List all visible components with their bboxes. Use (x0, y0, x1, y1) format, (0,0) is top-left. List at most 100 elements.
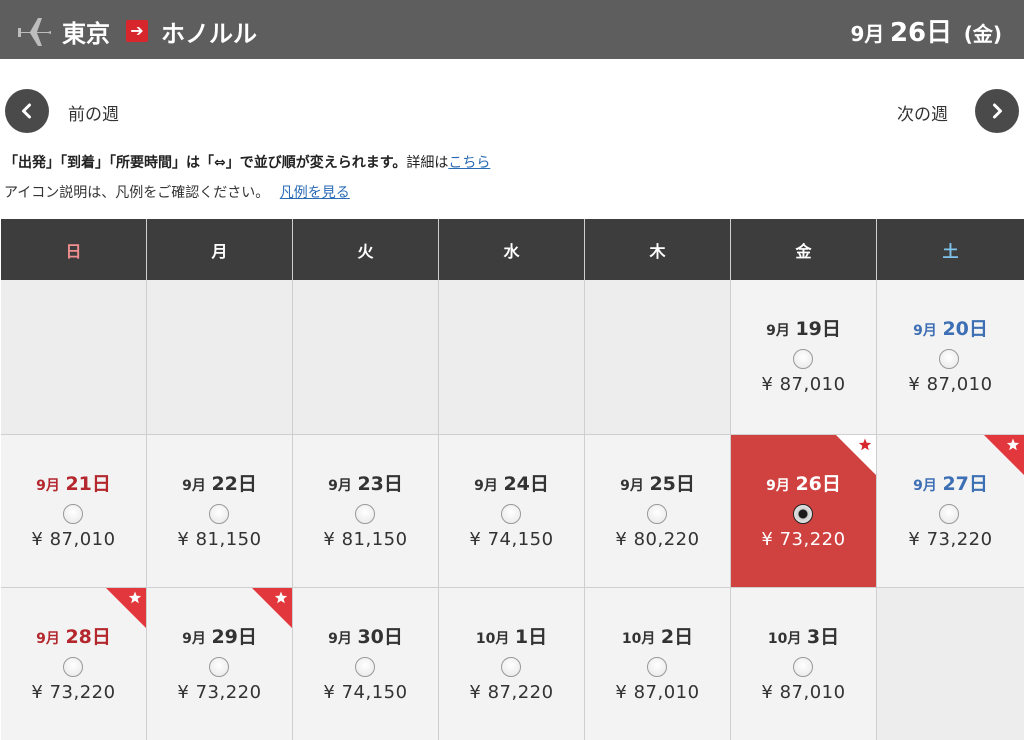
weekday-header-thursday: 木 (585, 219, 731, 280)
star-ribbon-icon (836, 435, 876, 475)
date-radio-button[interactable] (939, 349, 959, 369)
calendar-day-cell[interactable]: 9月 27日 ¥ 73,220 (877, 435, 1024, 587)
day-number: 1日 (514, 626, 548, 648)
date-radio-button[interactable] (501, 504, 521, 524)
fare-calendar: 日月火水木金土 9月 19日 ¥ 87,010 9月 20日 ¥ 87,010 9月 2… (1, 219, 1024, 740)
calendar-day-cell[interactable]: 9月 25日 ¥ 80,220 (585, 435, 731, 587)
day-month: 9月 (182, 631, 206, 647)
sort-note-text: 「出発」「到着」「所要時間」は「⇔」で並び順が変えられます。 (4, 155, 407, 171)
day-price: ¥ 74,150 (469, 529, 554, 550)
date-radio-button[interactable] (939, 504, 959, 524)
day-number: 21日 (65, 473, 111, 495)
chevron-left-icon (22, 103, 31, 119)
day-price: ¥ 73,220 (177, 682, 262, 703)
date-radio-button[interactable] (501, 657, 521, 677)
next-week-label[interactable]: 次の週 (897, 100, 948, 125)
star-ribbon-icon (252, 588, 292, 628)
calendar-empty-cell (585, 280, 731, 434)
date-radio-button[interactable] (793, 349, 813, 369)
date-radio-button[interactable] (209, 504, 229, 524)
calendar-week-row: 9月 21日 ¥ 87,010 9月 22日 ¥ 81,150 9月 23日 ¥ 81,1… (1, 434, 1024, 587)
day-number: 2日 (660, 626, 694, 648)
day-month: 10月 (475, 631, 510, 647)
day-month: 9月 (913, 478, 937, 494)
day-month: 9月 (182, 478, 206, 494)
previous-week-button[interactable] (5, 89, 49, 133)
day-date: 9月 24日 (439, 469, 584, 496)
day-price: ¥ 80,220 (615, 529, 700, 550)
legend-link[interactable]: 凡例を見る (280, 185, 350, 201)
calendar-day-cell[interactable]: 9月 29日 ¥ 73,220 (147, 588, 293, 740)
day-month: 10月 (621, 631, 656, 647)
calendar-day-cell[interactable]: 10月 1日 ¥ 87,220 (439, 588, 585, 740)
day-date: 10月 3日 (731, 622, 876, 649)
weekday-header-saturday: 土 (942, 241, 959, 261)
day-number: 28日 (65, 626, 111, 648)
calendar-day-cell[interactable]: 9月 22日 ¥ 81,150 (147, 435, 293, 587)
calendar-day-cell[interactable]: 10月 2日 ¥ 87,010 (585, 588, 731, 740)
route-header: 東京 ➔ ホノルル 9月 26日 (金) (0, 0, 1024, 59)
date-radio-button[interactable] (647, 504, 667, 524)
date-radio-button[interactable] (793, 657, 813, 677)
calendar-day-cell[interactable]: 9月 21日 ¥ 87,010 (1, 435, 147, 587)
icon-note: アイコン説明は、凡例をご確認ください。 凡例を見る (4, 182, 350, 202)
calendar-week-row: 9月 19日 ¥ 87,010 9月 20日 ¥ 87,010 (1, 280, 1024, 434)
date-radio-button[interactable] (355, 504, 375, 524)
day-price: ¥ 87,010 (761, 374, 846, 395)
star-ribbon-icon (984, 435, 1024, 475)
calendar-empty-cell (877, 588, 1024, 740)
calendar-empty-cell (147, 280, 293, 434)
day-number: 24日 (503, 473, 549, 495)
day-date: 9月 23日 (293, 469, 438, 496)
weekday-header-row: 日月火水木金 土 (1, 219, 1024, 280)
next-week-button[interactable] (975, 89, 1019, 133)
details-link[interactable]: こちら (448, 155, 490, 171)
route-arrow-icon: ➔ (126, 20, 148, 42)
day-number: 3日 (806, 626, 840, 648)
day-number: 22日 (211, 473, 257, 495)
weekday-header-wednesday: 水 (439, 219, 585, 280)
date-radio-button[interactable] (647, 657, 667, 677)
header-date-month: 9月 (850, 22, 885, 46)
calendar-day-cell-selected[interactable]: 9月 26日 ¥ 73,220 (731, 435, 877, 587)
calendar-day-cell[interactable]: 9月 28日 ¥ 73,220 (1, 588, 147, 740)
plane-icon (18, 18, 51, 46)
calendar-day-cell[interactable]: 9月 24日 ¥ 74,150 (439, 435, 585, 587)
day-number: 20日 (942, 318, 988, 340)
previous-week-label[interactable]: 前の週 (68, 100, 119, 125)
day-month: 10月 (767, 631, 802, 647)
day-price: ¥ 87,010 (615, 682, 700, 703)
day-month: 9月 (766, 323, 790, 339)
calendar-day-cell[interactable]: 9月 30日 ¥ 74,150 (293, 588, 439, 740)
header-date-day: 26日 (889, 18, 953, 48)
calendar-day-cell[interactable]: 10月 3日 ¥ 87,010 (731, 588, 877, 740)
weekday-header-sunday: 日 (1, 219, 147, 280)
weekday-header-tuesday: 火 (293, 219, 439, 280)
day-price: ¥ 81,150 (323, 529, 408, 550)
date-radio-button[interactable] (209, 657, 229, 677)
day-price: ¥ 73,220 (761, 529, 846, 550)
day-month: 9月 (328, 478, 352, 494)
day-month: 9月 (913, 323, 937, 339)
day-price: ¥ 87,010 (908, 374, 993, 395)
calendar-empty-cell (439, 280, 585, 434)
day-number: 30日 (357, 626, 403, 648)
date-radio-button[interactable] (63, 504, 83, 524)
day-date: 9月 22日 (147, 469, 292, 496)
day-date: 10月 2日 (585, 622, 730, 649)
calendar-day-cell[interactable]: 9月 23日 ¥ 81,150 (293, 435, 439, 587)
day-price: ¥ 81,150 (177, 529, 262, 550)
day-date: 9月 30日 (293, 622, 438, 649)
date-radio-button[interactable] (355, 657, 375, 677)
day-month: 9月 (36, 631, 60, 647)
calendar-day-cell[interactable]: 9月 20日 ¥ 87,010 (877, 280, 1024, 434)
date-radio-button[interactable] (63, 657, 83, 677)
day-number: 25日 (649, 473, 695, 495)
chevron-right-icon (993, 103, 1002, 119)
day-number: 23日 (357, 473, 403, 495)
day-number: 26日 (795, 473, 841, 495)
day-month: 9月 (328, 631, 352, 647)
day-number: 19日 (795, 318, 841, 340)
calendar-day-cell[interactable]: 9月 19日 ¥ 87,010 (731, 280, 877, 434)
date-radio-button[interactable] (793, 504, 813, 524)
